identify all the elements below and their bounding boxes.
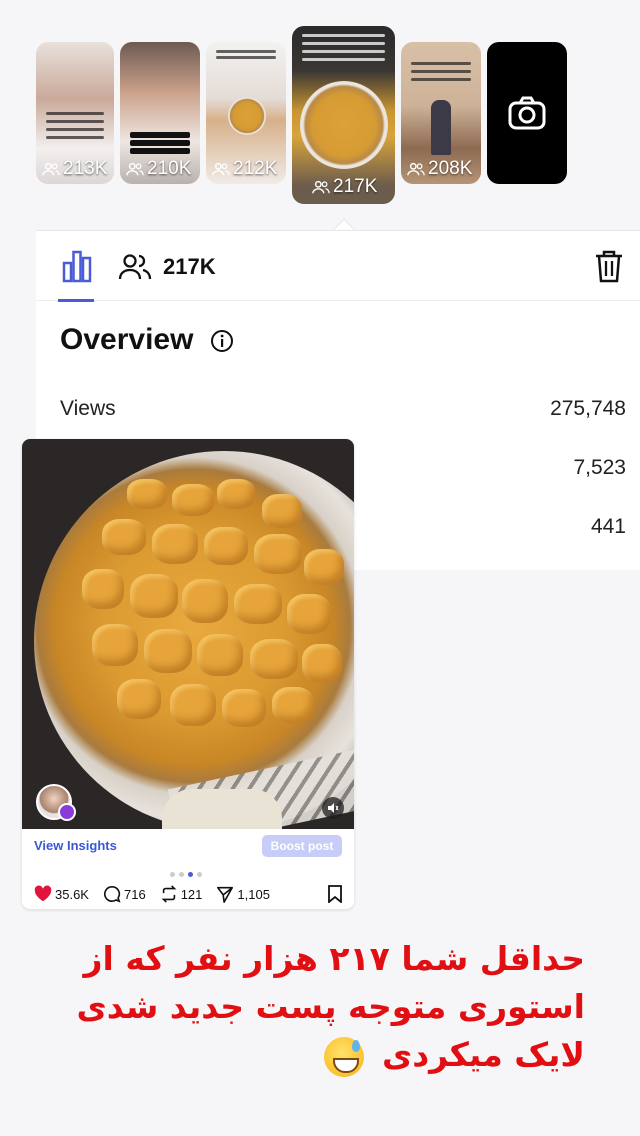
share-action[interactable]: 1,105 [216, 885, 270, 903]
story-thumbnail-4-selected[interactable]: 217K [292, 26, 395, 204]
people-icon[interactable] [118, 253, 152, 281]
story-view-count: 213K [42, 158, 107, 180]
trash-icon[interactable] [594, 249, 624, 283]
post-card[interactable]: View Insights Boost post 35.6K 716 121 1… [22, 439, 354, 909]
grinning-sweat-emoji-icon [324, 1036, 365, 1077]
metric-value-views: 275,748 [550, 397, 626, 420]
info-icon[interactable] [210, 329, 234, 353]
camera-tile[interactable] [487, 42, 567, 184]
active-tab-indicator [58, 299, 94, 302]
boost-post-button[interactable]: Boost post [262, 835, 342, 857]
repost-count: 121 [180, 886, 203, 902]
overview-title: Overview [60, 323, 194, 356]
story-view-count: 212K [212, 158, 277, 180]
camera-icon [508, 96, 546, 130]
send-icon [217, 886, 234, 903]
insights-tabbar: 217K [36, 231, 640, 302]
bookmark-icon[interactable] [326, 885, 344, 903]
post-actions: 35.6K 716 121 1,105 [34, 885, 278, 903]
repost-icon [161, 885, 177, 903]
people-icon [312, 180, 330, 194]
story-view-count: 217K [312, 176, 377, 198]
story-thumbnail-3[interactable]: 212K [206, 42, 286, 184]
people-icon [42, 162, 60, 176]
people-icon [407, 162, 425, 176]
metric-value: 7,523 [573, 456, 626, 479]
collab-badge-icon [58, 803, 76, 821]
story-thumbnail-2[interactable]: 210K [120, 42, 200, 184]
reach-value: 217K [163, 254, 216, 279]
story-thumbnail-1[interactable]: 213K [36, 42, 114, 184]
comment-icon [104, 885, 121, 903]
story-thumbnail-5[interactable]: 208K [401, 42, 481, 184]
people-icon [212, 162, 230, 176]
story-strip: 213K 210K 212K 217K 208K [0, 0, 640, 230]
comment-action[interactable]: 716 [103, 885, 146, 903]
view-insights-link[interactable]: View Insights [34, 838, 117, 853]
share-count: 1,105 [237, 886, 270, 902]
bread-image [162, 789, 282, 829]
caption-text: حداقل شما ۲۱۷ هزار نفر که از استوری متوج… [20, 935, 585, 1079]
story-view-count: 210K [126, 158, 191, 180]
speaker-muted-icon[interactable] [322, 797, 344, 819]
heart-icon [34, 885, 52, 902]
comment-count: 716 [123, 886, 146, 902]
carousel-dots [170, 872, 202, 877]
like-count: 35.6K [55, 886, 89, 902]
metric-label-views: Views [60, 397, 116, 420]
like-action[interactable]: 35.6K [34, 885, 89, 903]
repost-action[interactable]: 121 [160, 885, 203, 903]
post-photo[interactable] [22, 439, 354, 829]
people-icon [126, 162, 144, 176]
metric-value: 441 [590, 515, 626, 538]
bar-chart-icon[interactable] [60, 249, 94, 283]
story-view-count: 208K [407, 158, 472, 180]
